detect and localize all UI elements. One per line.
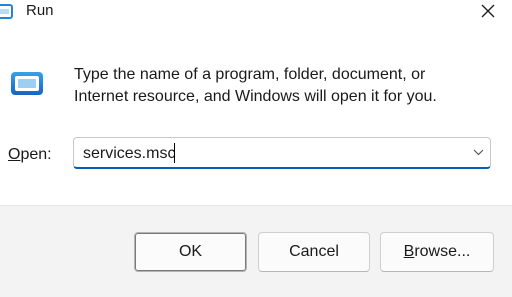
ok-button[interactable]: OK: [134, 232, 247, 272]
close-icon: [481, 4, 495, 18]
chevron-down-icon: [473, 149, 484, 156]
browse-accelerator: B: [403, 243, 415, 260]
description-text: Type the name of a program, folder, docu…: [74, 64, 494, 108]
run-title-icon: [0, 4, 13, 19]
window-title: Run: [26, 2, 54, 19]
close-button[interactable]: [470, 0, 506, 24]
dropdown-button[interactable]: [466, 138, 492, 168]
browse-label: rowse...: [414, 243, 471, 260]
open-label: Open:: [8, 145, 52, 165]
open-label-accelerator: O: [8, 146, 21, 163]
text-cursor: [174, 143, 175, 163]
cancel-button[interactable]: Cancel: [258, 232, 370, 272]
description-line-2: Internet resource, and Windows will open…: [74, 88, 437, 105]
title-bar: Run: [0, 0, 512, 28]
description-line-1: Type the name of a program, folder, docu…: [74, 66, 426, 83]
browse-button[interactable]: Browse...: [380, 232, 494, 272]
button-bar: OK Cancel Browse...: [0, 205, 512, 297]
run-app-icon: [11, 72, 43, 95]
open-label-text: pen:: [20, 146, 52, 163]
open-combobox[interactable]: [73, 137, 491, 169]
open-input[interactable]: [83, 144, 453, 164]
